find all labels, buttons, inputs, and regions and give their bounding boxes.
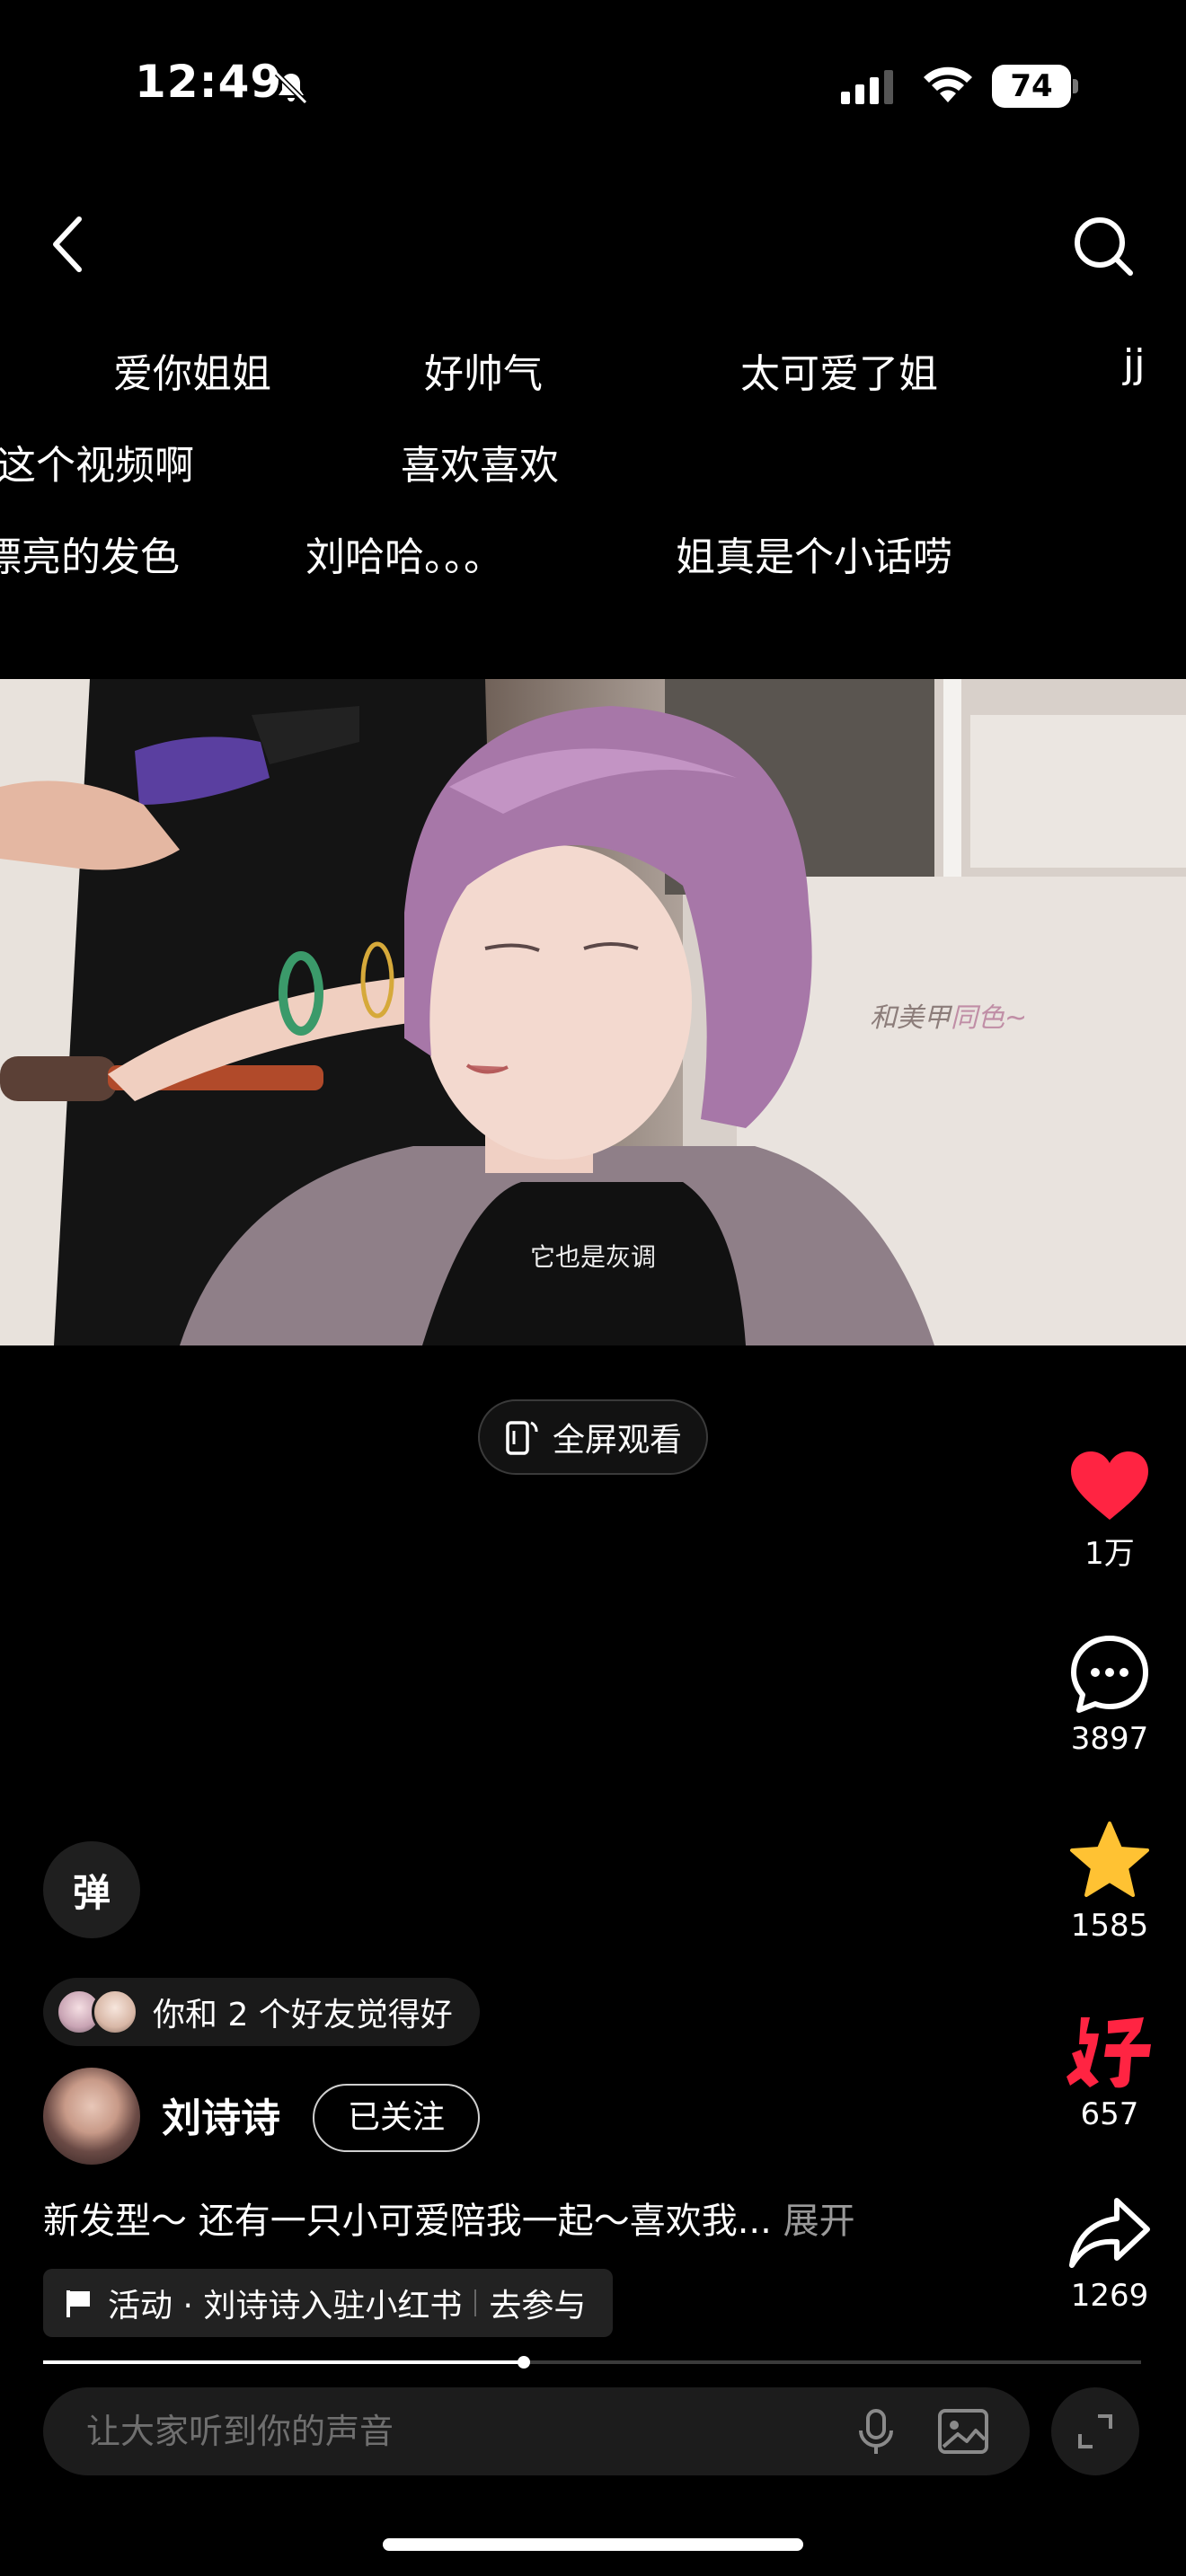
follow-button[interactable]: 已关注 bbox=[313, 2084, 480, 2152]
video-progress-bar[interactable] bbox=[43, 2356, 1141, 2369]
favorite-count: 1585 bbox=[1070, 1908, 1149, 1944]
home-indicator bbox=[383, 2538, 803, 2551]
video-note-page: 12:49 74 爱你姐姐 好帅气 太可爱了姐 jj 这个视频啊 喜欢喜欢漂亮的发色 刘哈哈… bbox=[0, 0, 1186, 2576]
activity-tag[interactable]: 活动 · 刘诗诗入驻小红书 去参与 bbox=[43, 2269, 614, 2337]
status-time: 12:49 bbox=[135, 56, 283, 108]
favorite-button[interactable]: 1585 bbox=[1060, 1820, 1159, 1944]
friend-avatar bbox=[92, 1989, 138, 2035]
star-icon bbox=[1070, 1822, 1149, 1897]
comment-count: 3897 bbox=[1070, 1721, 1149, 1757]
video-overlay-text: 和美甲同色~ bbox=[870, 995, 1027, 1035]
danmaku-toggle-label: 弹 bbox=[72, 1870, 111, 1915]
activity-divider bbox=[474, 2289, 477, 2316]
back-button[interactable] bbox=[40, 208, 97, 280]
author-avatar[interactable] bbox=[43, 2068, 140, 2165]
comment-bar bbox=[43, 2387, 1030, 2475]
author-name[interactable]: 刘诗诗 bbox=[162, 2086, 280, 2143]
video-player[interactable]: 和美甲同色~ 它也是灰调 bbox=[0, 679, 1186, 1345]
battery-level: 74 bbox=[1010, 68, 1053, 104]
rotate-screen-icon bbox=[506, 1421, 538, 1455]
heart-icon bbox=[1071, 1451, 1148, 1520]
friend-avatars bbox=[56, 1989, 142, 2035]
danmaku-toggle-button[interactable]: 弹 bbox=[43, 1841, 140, 1938]
good-stamp-icon bbox=[1067, 2017, 1151, 2088]
overlay-text-plain: 和美甲 bbox=[870, 1002, 951, 1034]
danmaku-comment: 这个视频啊 bbox=[0, 443, 194, 489]
wifi-icon bbox=[924, 66, 972, 102]
comment-icon bbox=[1071, 1636, 1148, 1713]
fullscreen-button[interactable]: 全屏观看 bbox=[478, 1399, 708, 1475]
bell-off-icon bbox=[274, 71, 308, 105]
share-arrow-icon bbox=[1069, 2198, 1150, 2268]
signal-icon bbox=[841, 70, 893, 104]
friends-liked-text: 你和 2 个好友觉得好 bbox=[153, 1997, 453, 2033]
fullscreen-label: 全屏观看 bbox=[552, 1422, 682, 1459]
danmaku-comment: 爱你姐姐 bbox=[113, 351, 271, 397]
friends-liked-badge[interactable]: 你和 2 个好友觉得好 bbox=[43, 1978, 480, 2046]
danmaku-comment: jj bbox=[1123, 341, 1146, 387]
battery-indicator: 74 bbox=[992, 65, 1078, 108]
expand-button[interactable] bbox=[1051, 2387, 1139, 2475]
overlay-text-pink: 同色~ bbox=[951, 1002, 1028, 1034]
good-button[interactable]: 657 bbox=[1060, 2008, 1159, 2132]
progress-fill bbox=[43, 2360, 525, 2364]
comment-button[interactable]: 3897 bbox=[1060, 1633, 1159, 1757]
danmaku-comment: 姐真是个小话唠 bbox=[676, 534, 952, 580]
danmaku-comment: 太可爱了姐 bbox=[740, 351, 938, 397]
activity-label: 活动 · 刘诗诗入驻小红书 bbox=[108, 2288, 463, 2325]
image-icon[interactable] bbox=[936, 2407, 990, 2456]
search-button[interactable] bbox=[1069, 212, 1137, 280]
like-button[interactable]: 1万 bbox=[1060, 1448, 1159, 1573]
comment-input[interactable] bbox=[86, 2387, 805, 2475]
expand-arrows-icon bbox=[1078, 2414, 1112, 2448]
danmaku-comment: 好帅气 bbox=[424, 351, 543, 397]
danmaku-comment: 喜欢喜欢 bbox=[401, 443, 559, 489]
danmaku-comment: 漂亮的发色 bbox=[0, 534, 180, 580]
microphone-icon[interactable] bbox=[852, 2407, 900, 2456]
like-count: 1万 bbox=[1084, 1536, 1135, 1572]
progress-knob[interactable] bbox=[518, 2356, 531, 2369]
danmaku-comment: 刘哈哈。。。 bbox=[305, 534, 503, 580]
share-button[interactable]: 1269 bbox=[1060, 2195, 1159, 2314]
flag-icon bbox=[66, 2290, 90, 2317]
share-count: 1269 bbox=[1070, 2278, 1149, 2314]
expand-link[interactable]: 展开 bbox=[772, 2201, 855, 2242]
good-count: 657 bbox=[1080, 2096, 1139, 2132]
video-subtitle: 它也是灰调 bbox=[529, 1242, 656, 1272]
description-text: 新发型～ 还有一只小可爱陪我一起～喜欢我... bbox=[43, 2201, 772, 2242]
activity-join-link[interactable]: 去参与 bbox=[489, 2280, 586, 2326]
note-description[interactable]: 新发型～ 还有一只小可爱陪我一起～喜欢我... 展开 bbox=[43, 2192, 855, 2244]
